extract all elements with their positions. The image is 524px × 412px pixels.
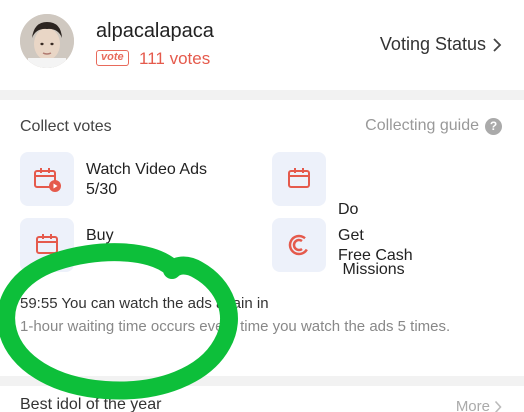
task-buy[interactable]: Buy (20, 218, 114, 272)
voting-status-link[interactable]: Voting Status (380, 34, 502, 55)
buy-icon (20, 218, 74, 272)
more-link[interactable]: More (456, 398, 502, 412)
free-cash-icon (272, 218, 326, 272)
task-label: Do (338, 201, 359, 218)
username: alpacalapaca (96, 20, 214, 42)
task-progress: 5/30 (86, 181, 118, 198)
profile-card: alpacalapaca vote 111 votes Voting Statu… (0, 0, 524, 90)
more-label: More (455, 398, 490, 412)
collect-votes-section: Collect votes Collecting guide ? Watch V… (0, 100, 524, 376)
missions-icon (272, 152, 326, 206)
task-get-free-cash[interactable]: Get Free Cash (272, 218, 413, 272)
chevron-right-icon (493, 37, 502, 52)
section-title: Best idol of the year (20, 396, 162, 412)
task-sublabel: Free Cash (338, 247, 413, 264)
best-idol-section: Best idol of the year More (0, 386, 524, 412)
wait-timer-text: 59:55 You can watch the ads again in (20, 295, 269, 312)
collecting-guide-link[interactable]: Collecting guide ? (365, 117, 502, 135)
task-label: Watch Video Ads (86, 161, 207, 178)
video-ad-icon (20, 152, 74, 206)
avatar-image (20, 14, 74, 68)
collecting-guide-label: Collecting guide (365, 117, 479, 134)
task-watch-video-ads[interactable]: Watch Video Ads 5/30 (20, 152, 207, 206)
ad-wait-notice: 59:55 You can watch the ads again in 1-h… (20, 294, 504, 337)
vote-count: 111 votes (139, 49, 211, 68)
wait-note-text: 1-hour waiting time occurs every time yo… (20, 318, 451, 335)
avatar[interactable] (20, 14, 74, 68)
section-title: Collect votes (20, 118, 112, 135)
help-icon: ? (485, 117, 502, 135)
vote-badge: vote (96, 50, 129, 66)
task-label: Get (338, 227, 364, 244)
task-label: Buy (86, 227, 114, 244)
chevron-right-icon (494, 400, 502, 412)
voting-status-label: Voting Status (379, 34, 486, 54)
